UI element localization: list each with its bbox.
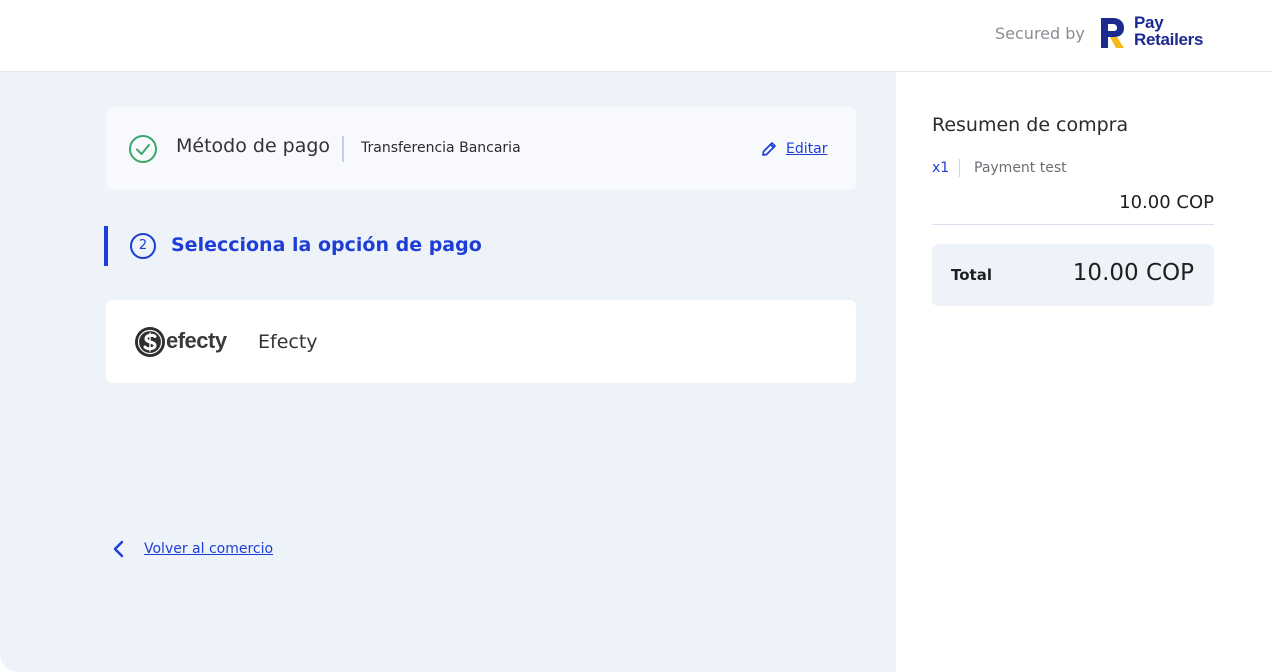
summary-title: Resumen de compra: [932, 114, 1129, 136]
logo-wordmark: Pay Retailers: [1134, 14, 1203, 48]
payment-method-value: Transferencia Bancaria: [361, 140, 521, 156]
back-link-label[interactable]: Volver al comercio: [144, 541, 273, 557]
edit-payment-method-link[interactable]: Editar: [760, 139, 827, 159]
payment-option-efecty[interactable]: efecty Efecty: [106, 300, 856, 383]
payretailers-logo-icon: [1101, 18, 1124, 48]
step-number-badge: 2: [130, 233, 156, 259]
payment-method-title: Método de pago: [176, 135, 331, 157]
pencil-icon: [762, 142, 776, 156]
top-header: Secured by Pay Retailers: [0, 0, 1272, 72]
order-summary-panel: Resumen de compra x1 Payment test 10.00 …: [896, 72, 1272, 672]
divider: [342, 136, 344, 162]
back-to-merchant-link[interactable]: Volver al comercio: [112, 538, 273, 560]
payment-option-name: Efecty: [258, 331, 318, 353]
step-indicator-bar: [104, 226, 108, 266]
efecty-logo: efecty: [134, 326, 230, 358]
logo-line-retailers: Retailers: [1134, 30, 1204, 49]
item-name: Payment test: [974, 160, 1067, 176]
efecty-logo-text: efecty: [166, 328, 227, 353]
total-label: Total: [951, 266, 992, 284]
item-price: 10.00 COP: [1119, 192, 1214, 213]
efecty-seal-icon: [135, 327, 165, 357]
step-select-payment-option: 2 Selecciona la opción de pago: [104, 226, 604, 266]
total-box: Total 10.00 COP: [932, 244, 1214, 306]
payretailers-logo: Pay Retailers: [1098, 14, 1218, 54]
item-quantity: x1: [932, 160, 950, 176]
step-title: Selecciona la opción de pago: [171, 234, 482, 256]
checkout-main-panel: Método de pago Transferencia Bancaria Ed…: [0, 72, 896, 672]
edit-label[interactable]: Editar: [786, 141, 827, 157]
logo-line-pay: Pay: [1134, 13, 1164, 32]
payment-method-card: Método de pago Transferencia Bancaria Ed…: [106, 107, 856, 190]
check-circle-icon: [129, 135, 157, 163]
divider: [959, 159, 960, 177]
divider: [932, 224, 1214, 225]
total-value: 10.00 COP: [1072, 260, 1194, 286]
secured-by-label: Secured by: [995, 24, 1085, 43]
chevron-left-icon: [113, 540, 124, 558]
